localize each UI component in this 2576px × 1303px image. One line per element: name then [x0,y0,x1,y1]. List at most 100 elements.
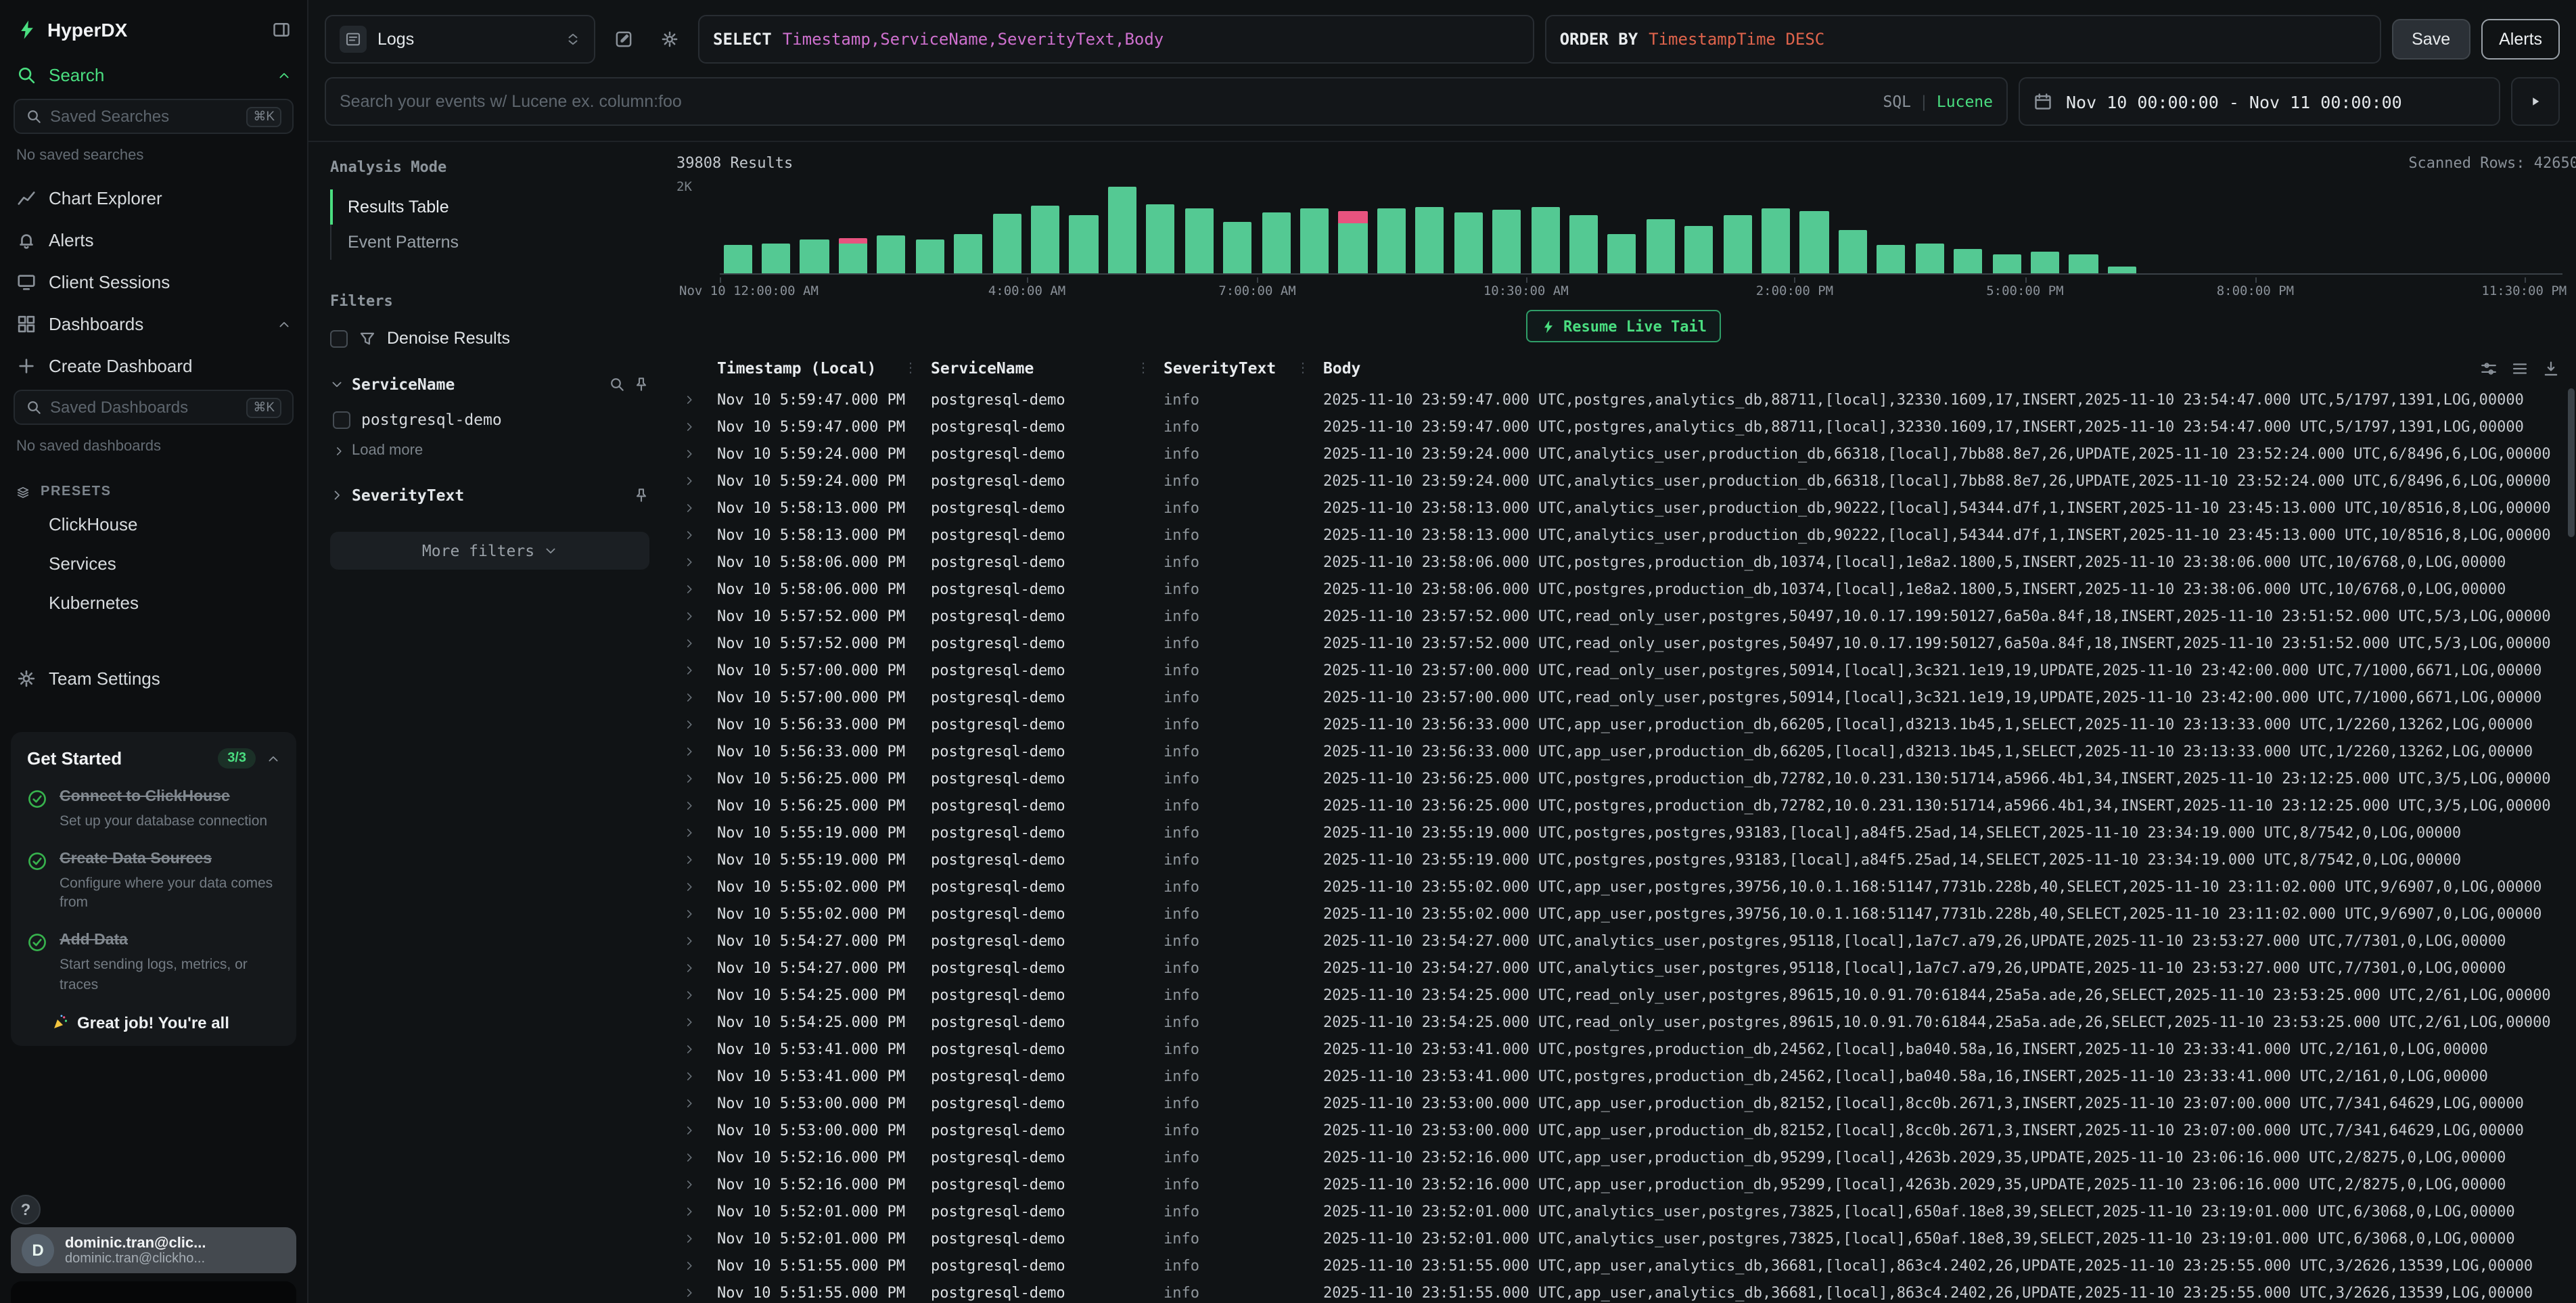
histogram-bar[interactable] [1604,180,1640,273]
row-expand-chevron-icon[interactable] [683,691,695,703]
row-expand-cell[interactable] [671,447,706,459]
log-row[interactable]: Nov 10 5:56:25.000 PMpostgresql-demoinfo… [671,792,2576,819]
histogram-bar[interactable] [1373,180,1409,273]
log-row[interactable]: Nov 10 5:59:47.000 PMpostgresql-demoinfo… [671,413,2576,440]
log-row[interactable]: Nov 10 5:54:27.000 PMpostgresql-demoinfo… [671,954,2576,981]
histogram-bar[interactable] [2373,180,2409,273]
log-row[interactable]: Nov 10 5:57:00.000 PMpostgresql-demoinfo… [671,683,2576,710]
row-expand-cell[interactable] [671,1232,706,1244]
get-started-item[interactable]: Add DataStart sending logs, metrics, or … [27,932,280,995]
get-started-item[interactable]: Create Data SourcesConfigure where your … [27,850,280,913]
histogram-bar[interactable] [1797,180,1833,273]
row-expand-cell[interactable] [671,555,706,568]
resume-live-tail-button[interactable]: Resume Live Tail [1525,310,1722,342]
row-expand-cell[interactable] [671,1151,706,1163]
row-expand-cell[interactable] [671,691,706,703]
histogram-bar[interactable] [2066,180,2102,273]
histogram-bar[interactable] [2297,180,2332,273]
histogram-bar[interactable] [1258,180,1294,273]
histogram-bar[interactable] [2027,180,2063,273]
row-expand-chevron-icon[interactable] [683,555,695,568]
sidebar-item-team-settings[interactable]: Team Settings [0,658,307,700]
column-header-servicename[interactable]: ServiceName⋮ [920,350,1153,386]
column-resize-handle[interactable]: ⋮ [1296,361,1310,375]
row-expand-cell[interactable] [671,718,706,730]
histogram-bar[interactable] [1758,180,1794,273]
log-row[interactable]: Nov 10 5:51:55.000 PMpostgresql-demoinfo… [671,1252,2576,1279]
log-row[interactable]: Nov 10 5:55:19.000 PMpostgresql-demoinfo… [671,819,2576,846]
histogram-bar[interactable] [950,180,986,273]
histogram-bar[interactable] [1450,180,1486,273]
row-expand-cell[interactable] [671,772,706,784]
row-expand-cell[interactable] [671,501,706,513]
log-row[interactable]: Nov 10 5:54:27.000 PMpostgresql-demoinfo… [671,927,2576,954]
get-started-header[interactable]: Get Started 3/3 [27,748,280,769]
histogram-bar[interactable] [1181,180,1217,273]
row-expand-chevron-icon[interactable] [683,447,695,459]
log-row[interactable]: Nov 10 5:54:25.000 PMpostgresql-demoinfo… [671,1008,2576,1035]
log-row[interactable]: Nov 10 5:57:00.000 PMpostgresql-demoinfo… [671,656,2576,683]
table-scrollbar[interactable] [2567,386,2576,1303]
histogram-bar[interactable] [1835,180,1870,273]
preset-item-services[interactable]: Services [0,544,307,583]
preset-item-kubernetes[interactable]: Kubernetes [0,583,307,622]
date-range-picker[interactable]: Nov 10 00:00:00 - Nov 11 00:00:00 [2019,77,2500,126]
edit-source-button[interactable] [606,22,641,57]
source-settings-button[interactable] [652,22,687,57]
denoise-checkbox[interactable] [330,329,348,347]
sidebar-item-search[interactable]: Search [0,54,307,96]
row-expand-cell[interactable] [671,1205,706,1217]
row-expand-cell[interactable] [671,1259,706,1271]
row-expand-chevron-icon[interactable] [683,582,695,595]
log-row[interactable]: Nov 10 5:59:24.000 PMpostgresql-demoinfo… [671,440,2576,467]
log-row[interactable]: Nov 10 5:52:01.000 PMpostgresql-demoinfo… [671,1197,2576,1225]
column-resize-handle[interactable]: ⋮ [904,361,917,375]
histogram-bar[interactable] [1566,180,1602,273]
select-clause-input[interactable]: SELECTTimestamp,ServiceName,SeverityText… [698,15,1534,64]
column-header-timestamp-local-[interactable]: Timestamp (Local)⋮ [706,350,920,386]
row-expand-cell[interactable] [671,664,706,676]
more-filters-button[interactable]: More filters [330,532,649,570]
histogram-bar[interactable] [1220,180,1256,273]
histogram-bar[interactable] [1873,180,1909,273]
row-expand-cell[interactable] [671,1124,706,1136]
row-expand-chevron-icon[interactable] [683,1205,695,1217]
row-expand-chevron-icon[interactable] [683,961,695,974]
column-header-severitytext[interactable]: SeverityText⋮ [1153,350,1312,386]
log-row[interactable]: Nov 10 5:53:41.000 PMpostgresql-demoinfo… [671,1035,2576,1062]
row-expand-chevron-icon[interactable] [683,745,695,757]
row-expand-chevron-icon[interactable] [683,393,695,405]
row-expand-cell[interactable] [671,474,706,486]
row-expand-cell[interactable] [671,853,706,865]
column-header-body[interactable]: Body [1312,350,2576,386]
log-row[interactable]: Nov 10 5:53:41.000 PMpostgresql-demoinfo… [671,1062,2576,1089]
sidebar-item-dashboards[interactable]: Dashboards [0,303,307,345]
load-more[interactable]: Load more [333,442,649,459]
histogram-bar[interactable] [2527,180,2563,273]
row-expand-cell[interactable] [671,420,706,432]
log-row[interactable]: Nov 10 5:52:16.000 PMpostgresql-demoinfo… [671,1170,2576,1197]
event-search-input[interactable]: SQL | Lucene [325,77,2008,126]
language-lucene[interactable]: Lucene [1937,92,1993,111]
histogram-bar[interactable] [1950,180,1986,273]
run-query-button[interactable] [2511,77,2560,126]
row-expand-chevron-icon[interactable] [683,1259,695,1271]
sidebar-item-client-sessions[interactable]: Client Sessions [0,261,307,303]
histogram-bar[interactable] [1028,180,1063,273]
row-expand-chevron-icon[interactable] [683,1286,695,1298]
log-row[interactable]: Nov 10 5:59:24.000 PMpostgresql-demoinfo… [671,467,2576,494]
histogram-bar[interactable] [1989,180,2025,273]
histogram-bar[interactable] [2181,180,2217,273]
scrollbar-thumb[interactable] [2568,388,2575,537]
histogram-bar[interactable] [1681,180,1717,273]
pin-icon[interactable] [633,376,649,392]
row-expand-cell[interactable] [671,393,706,405]
row-expand-cell[interactable] [671,745,706,757]
log-row[interactable]: Nov 10 5:55:02.000 PMpostgresql-demoinfo… [671,900,2576,927]
saved-searches-input[interactable]: ⌘K [14,99,294,134]
log-row[interactable]: Nov 10 5:52:16.000 PMpostgresql-demoinfo… [671,1143,2576,1170]
log-row[interactable]: Nov 10 5:55:19.000 PMpostgresql-demoinfo… [671,846,2576,873]
sidebar-item-alerts[interactable]: Alerts [0,219,307,261]
row-expand-cell[interactable] [671,880,706,892]
histogram-bar[interactable] [1143,180,1178,273]
